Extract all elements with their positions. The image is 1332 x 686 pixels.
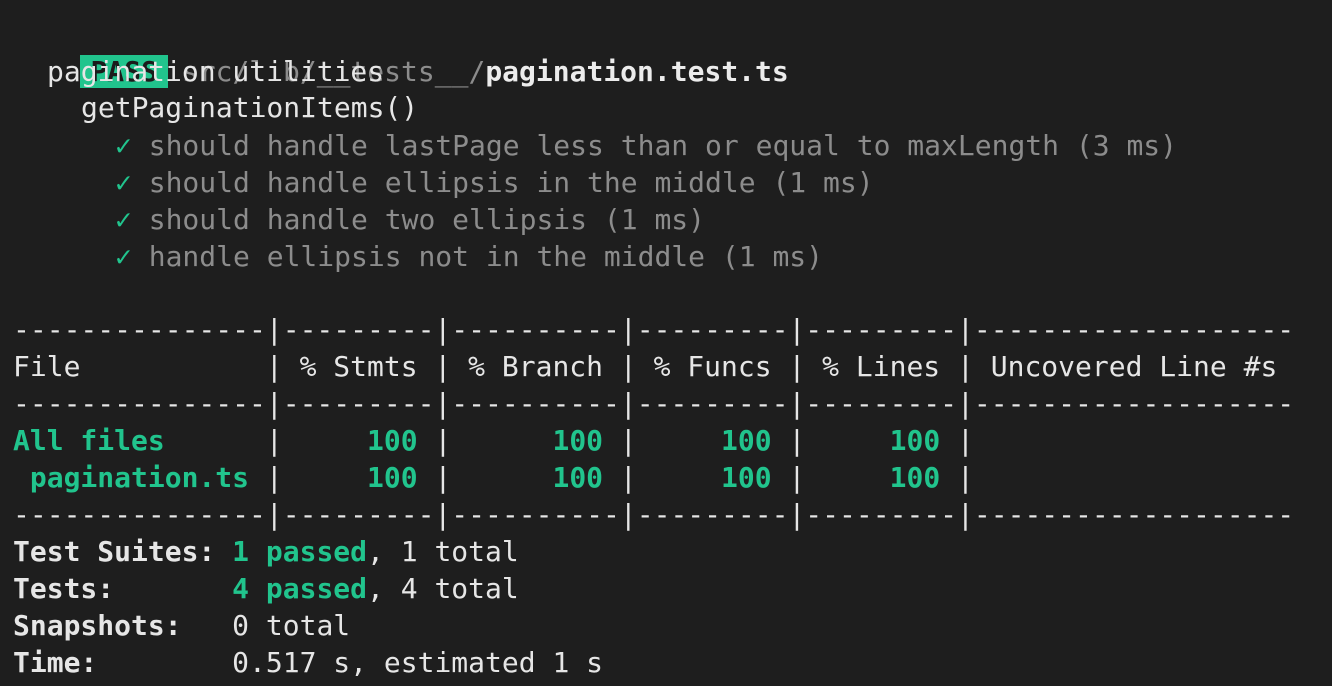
check-icon: ✓: [115, 240, 132, 273]
coverage-pipe: |: [957, 461, 974, 494]
coverage-row: All files | 100 | 100 | 100 | 100 |: [13, 422, 974, 459]
coverage-pipe: |: [265, 424, 283, 457]
test-result-text: handle ellipsis not in the middle (1 ms): [148, 240, 824, 273]
check-icon: ✓: [115, 129, 132, 162]
test-result-text: should handle two ellipsis (1 ms): [148, 203, 706, 236]
summary-value: 0.517 s, estimated 1 s: [232, 646, 604, 679]
describe-suite: pagination utilities: [47, 55, 385, 88]
test-path-file: pagination.test.ts: [485, 55, 789, 88]
summary-total: , 4 total: [367, 572, 519, 605]
test-file-header: PASS src/lib/__tests__/pagination.test.ts: [13, 16, 789, 88]
coverage-header-row: File | % Stmts | % Branch | % Funcs | % …: [13, 350, 1295, 383]
coverage-separator: ---------------|---------|----------|---…: [13, 498, 1295, 531]
summary-passed: 4 passed: [232, 572, 368, 605]
coverage-pipe: |: [619, 461, 637, 494]
test-result-text: should handle ellipsis in the middle (1 …: [148, 166, 874, 199]
coverage-funcs: 100: [636, 461, 789, 494]
coverage-pipe: |: [434, 424, 452, 457]
coverage-pipe: |: [619, 424, 637, 457]
summary-tests: Tests: 4 passed, 4 total: [13, 570, 519, 607]
summary-label: Tests:: [13, 572, 233, 605]
coverage-branch: 100: [451, 424, 620, 457]
test-result-text: should handle lastPage less than or equa…: [148, 129, 1178, 162]
check-icon: ✓: [115, 166, 132, 199]
coverage-pipe: |: [265, 461, 283, 494]
test-result-item: ✓ should handle two ellipsis (1 ms): [115, 201, 705, 238]
summary-snapshots: Snapshots: 0 total: [13, 607, 350, 644]
coverage-file: pagination.ts: [13, 461, 266, 494]
coverage-lines: 100: [805, 461, 958, 494]
check-icon: ✓: [115, 203, 132, 236]
summary-label: Time:: [13, 646, 233, 679]
coverage-separator: ---------------|---------|----------|---…: [13, 313, 1295, 346]
coverage-pipe: |: [788, 424, 806, 457]
summary-passed: 1 passed: [232, 535, 368, 568]
coverage-stmts: 100: [282, 461, 435, 494]
coverage-separator: ---------------|---------|----------|---…: [13, 387, 1295, 420]
summary-label: Snapshots:: [13, 609, 233, 642]
test-result-item: ✓ should handle ellipsis in the middle (…: [115, 164, 874, 201]
coverage-row: pagination.ts | 100 | 100 | 100 | 100 |: [13, 459, 974, 496]
coverage-branch: 100: [451, 461, 620, 494]
test-result-item: ✓ handle ellipsis not in the middle (1 m…: [115, 238, 823, 275]
summary-suites: Test Suites: 1 passed, 1 total: [13, 533, 519, 570]
coverage-lines: 100: [805, 424, 958, 457]
coverage-pipe: |: [788, 461, 806, 494]
summary-label: Test Suites:: [13, 535, 233, 568]
coverage-stmts: 100: [282, 424, 435, 457]
terminal-window: PASS src/lib/__tests__/pagination.test.ts…: [0, 0, 1332, 686]
coverage-pipe: |: [434, 461, 452, 494]
summary-total: , 1 total: [367, 535, 519, 568]
coverage-pipe: |: [957, 424, 974, 457]
coverage-funcs: 100: [636, 424, 789, 457]
describe-group: getPaginationItems(): [81, 91, 419, 124]
test-result-item: ✓ should handle lastPage less than or eq…: [115, 127, 1177, 164]
coverage-file: All files: [13, 424, 266, 457]
summary-value: 0 total: [232, 609, 351, 642]
summary-time: Time: 0.517 s, estimated 1 s: [13, 644, 603, 681]
